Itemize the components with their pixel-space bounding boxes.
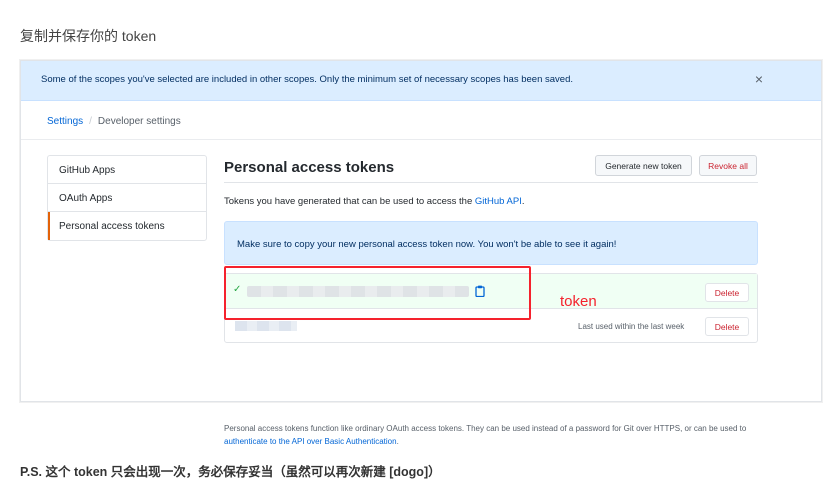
generate-token-button[interactable]: Generate new token — [595, 155, 692, 176]
breadcrumb-current: Developer settings — [97, 116, 181, 127]
flash-message: Some of the scopes you've selected are i… — [41, 74, 573, 85]
divider — [21, 139, 821, 140]
page-heading: 复制并保存你的 token — [20, 28, 157, 44]
notice-text: Make sure to copy your new personal acce… — [237, 239, 617, 250]
basic-auth-link[interactable]: authenticate to the API over Basic Authe… — [224, 437, 397, 446]
sidebar-item-personal-access-tokens[interactable]: Personal access tokens — [48, 212, 206, 240]
tokens-description: Tokens you have generated that can be us… — [224, 196, 525, 207]
delete-token-button[interactable]: Delete — [705, 283, 749, 302]
flash-banner: Some of the scopes you've selected are i… — [21, 61, 821, 101]
token-highlight-box — [224, 266, 531, 320]
copy-token-notice: Make sure to copy your new personal acce… — [224, 221, 758, 265]
breadcrumb-separator: / — [89, 116, 92, 127]
revoke-all-button[interactable]: Revoke all — [699, 155, 757, 176]
token-annotation-label: token — [560, 293, 597, 310]
close-icon[interactable]: × — [755, 71, 763, 87]
github-api-link[interactable]: GitHub API — [475, 196, 522, 207]
token-name[interactable]: token — [235, 321, 297, 331]
description-suffix: . — [521, 196, 525, 207]
breadcrumb: Settings / Developer settings — [47, 116, 181, 127]
github-settings-screenshot: Some of the scopes you've selected are i… — [20, 60, 822, 446]
tokens-footnote: Personal access tokens function like ord… — [224, 422, 758, 448]
sidebar-item-oauth-apps[interactable]: OAuth Apps — [48, 184, 206, 212]
delete-token-button[interactable]: Delete — [705, 317, 749, 336]
description-text: Tokens you have generated that can be us… — [224, 196, 475, 207]
divider — [224, 182, 758, 183]
footnote-text: Personal access tokens function like ord… — [224, 424, 747, 433]
ps-note: P.S. 这个 token 只会出现一次，务必保存妥当（虽然可以再次新建 [do… — [20, 465, 441, 479]
footnote-suffix: . — [396, 437, 399, 446]
sidebar-item-github-apps[interactable]: GitHub Apps — [48, 156, 206, 184]
last-used-text: Last used within the last week — [578, 322, 685, 331]
breadcrumb-settings-link[interactable]: Settings — [47, 116, 83, 127]
settings-sidebar: GitHub Apps OAuth Apps Personal access t… — [47, 155, 207, 241]
page-title: Personal access tokens — [224, 159, 395, 176]
